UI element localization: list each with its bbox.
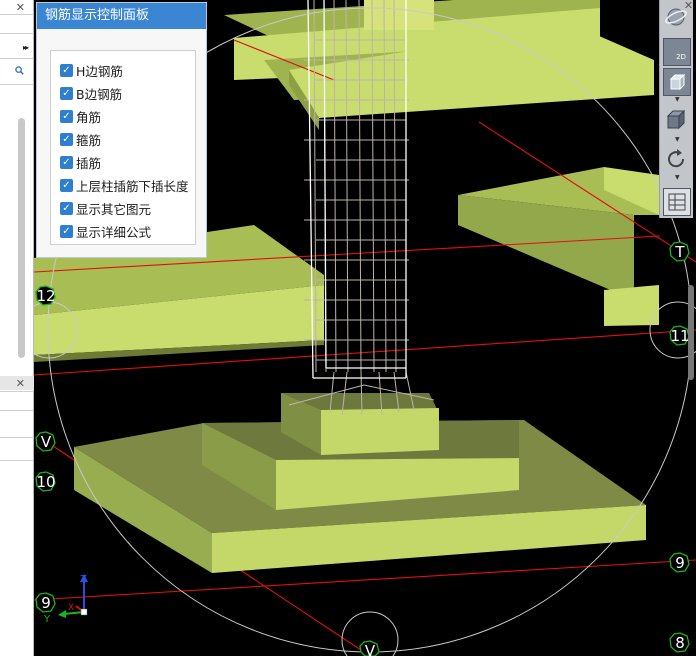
scrollbar-thumb[interactable]: [18, 118, 25, 358]
checkbox-checked-icon[interactable]: ✓: [60, 202, 73, 215]
option-label: 显示详细公式: [76, 225, 152, 240]
grid-marker-9-right: 9: [669, 552, 690, 573]
divider: [0, 460, 34, 461]
option-corner-rebar[interactable]: ✓ 角筋: [51, 105, 195, 128]
close-icon[interactable]: ✕: [16, 378, 25, 389]
grid-marker-t: T: [669, 241, 690, 262]
option-dowel-rebar[interactable]: ✓ 插筋: [51, 151, 195, 174]
y-axis-arrow: [58, 610, 66, 618]
option-label: 角筋: [76, 110, 102, 125]
grid-label-v-bottom: V: [365, 642, 376, 656]
grid-label-10: 10: [36, 473, 55, 491]
view-toolbar: 2D ▼ ▼ ▼: [659, 0, 693, 218]
search-icon[interactable]: [15, 66, 24, 75]
grid-label-9-right: 9: [675, 554, 685, 572]
divider: [0, 14, 34, 15]
z-axis-label: Z: [80, 574, 87, 585]
divider: [0, 391, 34, 392]
checkbox-checked-icon[interactable]: ✓: [60, 225, 73, 238]
grid-label-11: 11: [670, 327, 689, 345]
checkbox-checked-icon[interactable]: ✓: [60, 156, 73, 169]
grid-label-t: T: [674, 243, 685, 261]
grid-marker-10: 10: [35, 471, 56, 492]
divider: [0, 410, 34, 411]
option-label: 显示其它图元: [76, 202, 152, 217]
checkbox-checked-icon[interactable]: ✓: [60, 87, 73, 100]
option-show-detailed-formula[interactable]: ✓ 显示详细公式: [51, 220, 195, 243]
chevron-down-icon[interactable]: ▼: [675, 96, 680, 103]
checkbox-checked-icon[interactable]: ✓: [60, 179, 73, 192]
divider: [0, 437, 34, 438]
close-icon[interactable]: ✕: [681, 0, 696, 12]
expand-arrows-icon[interactable]: ▸▸: [23, 43, 29, 52]
grid-marker-11: 11: [669, 325, 690, 346]
grid-marker-v-bottom: V: [359, 640, 380, 656]
panel-title: 钢筋显示控制面板: [37, 3, 206, 29]
grid-label-8: 8: [675, 634, 685, 652]
chevron-down-icon[interactable]: ▼: [675, 136, 680, 143]
close-icon[interactable]: ✕: [16, 2, 25, 13]
grid-label-v-left: V: [41, 433, 52, 451]
checkbox-checked-icon[interactable]: ✓: [60, 133, 73, 146]
grid-label-12: 12: [36, 287, 55, 305]
view-3d-box-icon[interactable]: [663, 68, 691, 96]
grid-marker-12: 12: [35, 285, 56, 306]
option-label: B边钢筋: [76, 87, 123, 102]
divider: [0, 58, 34, 59]
option-b-side-rebar[interactable]: ✓ B边钢筋: [51, 82, 195, 105]
option-h-side-rebar[interactable]: ✓ H边钢筋: [51, 59, 195, 82]
view-2d-button[interactable]: 2D: [663, 38, 691, 66]
option-stirrup[interactable]: ✓ 箍筋: [51, 128, 195, 151]
chevron-down-icon[interactable]: ▼: [675, 174, 680, 181]
y-axis-label: Y: [43, 614, 51, 625]
grid-marker-8: 8: [669, 632, 690, 653]
axis-origin: [80, 608, 88, 616]
grid-marker-v-left: V: [35, 431, 56, 452]
divider: [0, 33, 34, 34]
option-upper-column-dowel-length[interactable]: ✓ 上层柱插筋下插长度: [51, 174, 195, 197]
option-label: 上层柱插筋下插长度: [76, 179, 189, 194]
rotate-icon[interactable]: [663, 146, 689, 172]
option-label: 箍筋: [76, 133, 102, 148]
checkbox-checked-icon[interactable]: ✓: [60, 64, 73, 77]
view-2d-label: 2D: [676, 53, 686, 61]
option-list: ✓ H边钢筋 ✓ B边钢筋 ✓ 角筋 ✓ 箍筋 ✓ 插筋 ✓ 上层柱插筋下插长度 ✓ 显示其它…: [50, 50, 196, 245]
solid-box-icon[interactable]: [663, 106, 689, 132]
axis-gizmo: Z Y X: [43, 574, 88, 625]
option-show-other-elements[interactable]: ✓ 显示其它图元: [51, 197, 195, 220]
x-axis-label: X: [68, 603, 74, 613]
scrollbar-thumb[interactable]: [688, 285, 694, 380]
divider: [0, 84, 34, 85]
layers-icon[interactable]: [663, 188, 691, 216]
option-label: H边钢筋: [76, 64, 123, 79]
left-dock-pane: ✕ ▸▸ ✕: [0, 0, 34, 656]
rebar-display-control-panel: 钢筋显示控制面板 ✓ H边钢筋 ✓ B边钢筋 ✓ 角筋 ✓ 箍筋 ✓ 插筋 ✓ 上层柱插筋下…: [36, 2, 207, 258]
option-label: 插筋: [76, 156, 102, 171]
checkbox-checked-icon[interactable]: ✓: [60, 110, 73, 123]
